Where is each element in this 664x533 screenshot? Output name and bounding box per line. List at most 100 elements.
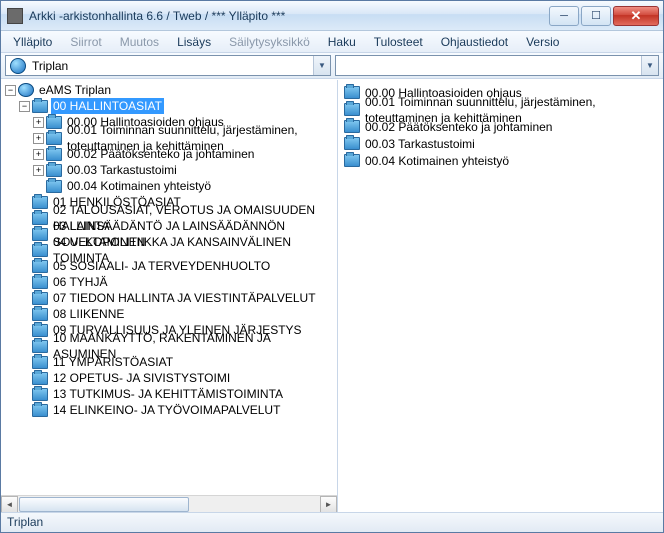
- scroll-thumb[interactable]: [19, 497, 189, 512]
- chevron-down-icon[interactable]: ▼: [641, 56, 658, 75]
- tree-row[interactable]: − eAMS Triplan: [1, 82, 337, 98]
- filter-combo[interactable]: ▼: [335, 55, 659, 76]
- menu-item[interactable]: Ohjaustiedot: [433, 33, 516, 51]
- folder-icon: [344, 154, 360, 167]
- tree-spacer: [19, 277, 30, 288]
- tree-row[interactable]: 00.04 Kotimainen yhteistyö: [1, 178, 337, 194]
- window-title: Arkki -arkistonhallinta 6.6 / Tweb / ***…: [29, 9, 549, 23]
- folder-icon: [32, 356, 48, 369]
- list-item[interactable]: 00.01 Toiminnan suunnittelu, järjestämin…: [340, 101, 661, 118]
- list-pane: 00.00 Hallintoasioiden ohjaus00.01 Toimi…: [338, 80, 663, 512]
- tree-row[interactable]: +00.03 Tarkastustoimi: [1, 162, 337, 178]
- expand-icon[interactable]: +: [33, 149, 44, 160]
- folder-icon: [32, 260, 48, 273]
- tree-row[interactable]: +00.01 Toiminnan suunnittelu, järjestämi…: [1, 130, 337, 146]
- folder-icon: [32, 388, 48, 401]
- scroll-track[interactable]: [18, 496, 320, 513]
- expand-icon[interactable]: +: [33, 165, 44, 176]
- tree-label: 14 ELINKEINO- JA TYÖVOIMAPALVELUT: [51, 402, 282, 418]
- menu-item[interactable]: Haku: [320, 33, 364, 51]
- tree-spacer: [19, 261, 30, 272]
- menu-item[interactable]: Ylläpito: [5, 33, 60, 51]
- scroll-left-button[interactable]: ◄: [1, 496, 18, 513]
- minimize-button[interactable]: ─: [549, 6, 579, 26]
- globe-icon: [10, 58, 26, 74]
- horizontal-scrollbar[interactable]: ◄ ►: [1, 495, 337, 512]
- tree-spacer: [19, 389, 30, 400]
- tree-row[interactable]: 04 ULKOPOLITIIKKA JA KANSAINVÄLINEN TOIM…: [1, 242, 337, 258]
- tree-label: 05 SOSIAALI- JA TERVEYDENHUOLTO: [51, 258, 272, 274]
- tree-row[interactable]: 08 LIIKENNE: [1, 306, 337, 322]
- folder-icon: [46, 116, 62, 129]
- tree-spacer: [19, 293, 30, 304]
- menu-item[interactable]: Versio: [518, 33, 567, 51]
- tree-label: 08 LIIKENNE: [51, 306, 126, 322]
- tree-label: eAMS Triplan: [37, 82, 113, 98]
- tree-label: 00.03 Tarkastustoimi: [65, 162, 179, 178]
- folder-icon: [32, 292, 48, 305]
- folder-icon: [32, 404, 48, 417]
- context-combo-value: Triplan: [30, 59, 313, 73]
- tree-label: 12 OPETUS- JA SIVISTYSTOIMI: [51, 370, 232, 386]
- tree-spacer: [19, 357, 30, 368]
- collapse-icon[interactable]: −: [19, 101, 30, 112]
- tree-spacer: [19, 213, 30, 224]
- tree-row[interactable]: − 00 HALLINTOASIAT: [1, 98, 337, 114]
- tree-label: 00 HALLINTOASIAT: [51, 98, 164, 114]
- menu-item[interactable]: Tulosteet: [366, 33, 431, 51]
- folder-icon: [344, 137, 360, 150]
- tree-spacer: [19, 373, 30, 384]
- close-button[interactable]: ✕: [613, 6, 659, 26]
- toolbar: Triplan ▼ ▼: [1, 53, 663, 79]
- list-item[interactable]: 00.04 Kotimainen yhteistyö: [340, 152, 661, 169]
- statusbar: Triplan: [1, 512, 663, 532]
- folder-icon: [32, 324, 48, 337]
- list-item-label: 00.03 Tarkastustoimi: [363, 136, 477, 152]
- expand-icon[interactable]: +: [33, 117, 44, 128]
- tree-spacer: [19, 197, 30, 208]
- chevron-down-icon[interactable]: ▼: [313, 56, 330, 75]
- status-text: Triplan: [7, 515, 43, 529]
- tree-label: 13 TUTKIMUS- JA KEHITTÄMISTOIMINTA: [51, 386, 285, 402]
- tree-label: 00.04 Kotimainen yhteistyö: [65, 178, 213, 194]
- app-icon: [7, 8, 23, 24]
- list-view[interactable]: 00.00 Hallintoasioiden ohjaus00.01 Toimi…: [338, 80, 663, 173]
- tree-row[interactable]: 12 OPETUS- JA SIVISTYSTOIMI: [1, 370, 337, 386]
- tree-pane: −eAMS Triplan−00 HALLINTOASIAT+00.00 Hal…: [1, 80, 338, 512]
- client-area: −eAMS Triplan−00 HALLINTOASIAT+00.00 Hal…: [1, 79, 663, 512]
- tree-label: 06 TYHJÄ: [51, 274, 109, 290]
- collapse-icon[interactable]: −: [5, 85, 16, 96]
- list-item-label: 00.04 Kotimainen yhteistyö: [363, 153, 511, 169]
- tree-row[interactable]: 13 TUTKIMUS- JA KEHITTÄMISTOIMINTA: [1, 386, 337, 402]
- folder-icon: [46, 148, 62, 161]
- tree-row[interactable]: 10 MAANKÄYTTÖ, RAKENTAMINEN JA ASUMINEN: [1, 338, 337, 354]
- folder-icon: [32, 244, 48, 257]
- tree-spacer: [19, 229, 30, 240]
- tree-view[interactable]: −eAMS Triplan−00 HALLINTOASIAT+00.00 Hal…: [1, 80, 337, 495]
- tree-spacer: [33, 181, 44, 192]
- tree-row[interactable]: 14 ELINKEINO- JA TYÖVOIMAPALVELUT: [1, 402, 337, 418]
- folder-icon: [32, 196, 48, 209]
- titlebar[interactable]: Arkki -arkistonhallinta 6.6 / Tweb / ***…: [1, 1, 663, 31]
- tree-label: 07 TIEDON HALLINTA JA VIESTINTÄPALVELUT: [51, 290, 318, 306]
- tree-row[interactable]: 07 TIEDON HALLINTA JA VIESTINTÄPALVELUT: [1, 290, 337, 306]
- folder-icon: [32, 308, 48, 321]
- folder-icon: [32, 100, 48, 113]
- folder-icon: [32, 340, 48, 353]
- menu-item[interactable]: Lisäys: [169, 33, 219, 51]
- expand-icon[interactable]: +: [33, 133, 44, 144]
- menu-item: Säilytysyksikkö: [221, 33, 318, 51]
- tree-label: 11 YMPÄRISTÖASIAT: [51, 354, 175, 370]
- list-item[interactable]: 00.03 Tarkastustoimi: [340, 135, 661, 152]
- scroll-right-button[interactable]: ►: [320, 496, 337, 513]
- menu-item: Muutos: [112, 33, 167, 51]
- tree-spacer: [19, 325, 30, 336]
- maximize-button[interactable]: ☐: [581, 6, 611, 26]
- tree-row[interactable]: 06 TYHJÄ: [1, 274, 337, 290]
- context-combo[interactable]: Triplan ▼: [5, 55, 331, 76]
- folder-icon: [32, 276, 48, 289]
- folder-icon: [344, 86, 360, 99]
- app-window: Arkki -arkistonhallinta 6.6 / Tweb / ***…: [0, 0, 664, 533]
- tree-spacer: [19, 405, 30, 416]
- list-item-label: 00.02 Päätöksenteko ja johtaminen: [363, 119, 554, 135]
